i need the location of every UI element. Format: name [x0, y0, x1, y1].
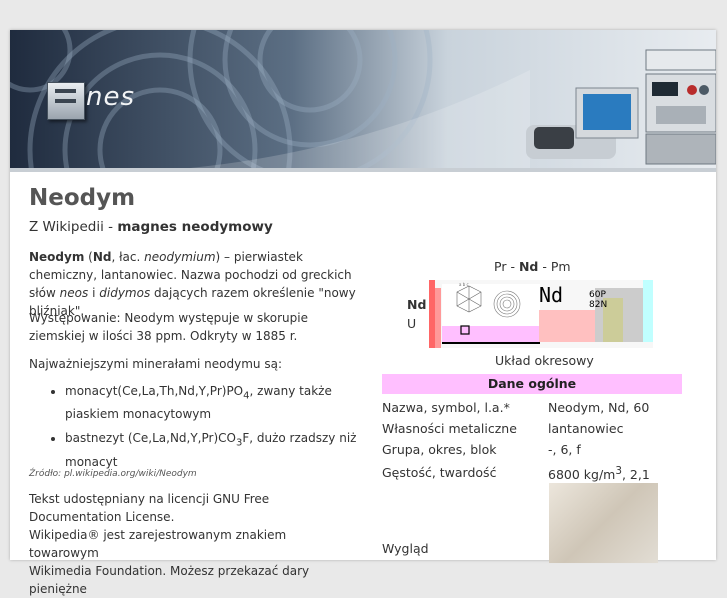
logo-text[interactable]: nes [86, 82, 135, 112]
hardness-value: , 2,1 [621, 467, 650, 483]
pt-shells-2: 82N [589, 300, 607, 310]
intro-latin: neodymium [144, 250, 216, 264]
mineral-formula: bastnezyt (Ce,La,Nd,Y,Pr)CO [65, 431, 236, 446]
row-key: Własności metaliczne [382, 421, 517, 436]
minerals-intro: Najważniejszymi minerałami neodymu są: [29, 355, 369, 373]
minerals-intro-text: Najważniejszymi minerałami neodymu są: [29, 357, 282, 371]
intro-latin-prefix: łac. [119, 250, 141, 264]
row-key: Nazwa, symbol, l.a.* [382, 400, 510, 415]
element-state-label: U [407, 316, 417, 331]
intro-didymos: didymos [99, 286, 151, 300]
density-unit-sup: 3 [615, 465, 622, 477]
license-paragraph: Tekst udostępniany na licencji GNU Free … [29, 490, 339, 598]
intro-symbol: Nd [92, 250, 112, 264]
intro-and: i [92, 286, 96, 300]
logo-icon[interactable] [47, 82, 85, 120]
nav-separator: - [506, 259, 519, 274]
header-banner: nes [10, 30, 716, 168]
subtitle-bold: magnes neodymowy [117, 219, 273, 235]
subtitle-prefix: Z Wikipedii - [29, 219, 118, 235]
nav-current: Nd [518, 259, 539, 274]
pt-shells: 60P [589, 290, 606, 300]
nav-separator: - [538, 259, 551, 274]
license-text-3: Wikimedia Foundation. Możesz przekazać d… [29, 564, 310, 596]
periodic-table-caption[interactable]: Układ okresowy [495, 353, 594, 368]
page-title: Neodym [29, 185, 136, 211]
row-key: Gęstość, twardość [382, 465, 497, 480]
periodic-table-image: a b c Nd 60P 82N [429, 280, 653, 348]
header-divider [10, 168, 716, 172]
occurrence-paragraph: Występowanie: Neodym występuje w skorupi… [29, 309, 349, 345]
pt-big-symbol: Nd [539, 283, 563, 307]
element-sample-image [549, 483, 658, 563]
row-key: Wygląd [382, 541, 429, 556]
mineral-formula: monacyt(Ce,La,Th,Nd,Y,Pr)PO [65, 384, 244, 398]
minerals-list: monacyt(Ce,La,Th,Nd,Y,Pr)PO4, zwany takż… [29, 382, 369, 477]
intro-name: Neodym [29, 250, 85, 264]
nav-next-link[interactable]: Pm [551, 259, 571, 274]
density-value: 6800 kg/m [548, 467, 616, 483]
list-item: monacyt(Ce,La,Th,Nd,Y,Pr)PO4, zwany takż… [65, 382, 369, 423]
license-text-1: Tekst udostępniany na licencji GNU Free … [29, 492, 270, 524]
row-key: Grupa, okres, blok [382, 442, 497, 457]
element-navigation: Pr - Nd - Pm [494, 259, 571, 274]
source-note[interactable]: Źródło: pl.wikipedia.org/wiki/Neodym [29, 465, 369, 483]
infobox-header: Dane ogólne [382, 374, 682, 394]
page-container: nes Neodym Z Wikipedii - magnes neodymow… [10, 30, 716, 596]
row-value: 6800 kg/m3, 2,1 [548, 465, 650, 482]
pt-lattice-label: a b c [459, 282, 469, 287]
row-value: lantanowiec [548, 421, 624, 436]
row-value: Neodym, Nd, 60 [548, 400, 650, 415]
element-symbol-label: Nd [407, 297, 427, 312]
lab-instruments-image [526, 49, 716, 165]
license-text-2: Wikipedia® jest zarejestrowanym znakiem … [29, 528, 287, 560]
nav-prev-link[interactable]: Pr [494, 259, 506, 274]
intro-neos: neos [59, 286, 89, 300]
page-subtitle: Z Wikipedii - magnes neodymowy [29, 219, 273, 235]
row-value: -, 6, f [548, 442, 581, 457]
occurrence-text: Występowanie: Neodym występuje w skorupi… [29, 311, 308, 343]
